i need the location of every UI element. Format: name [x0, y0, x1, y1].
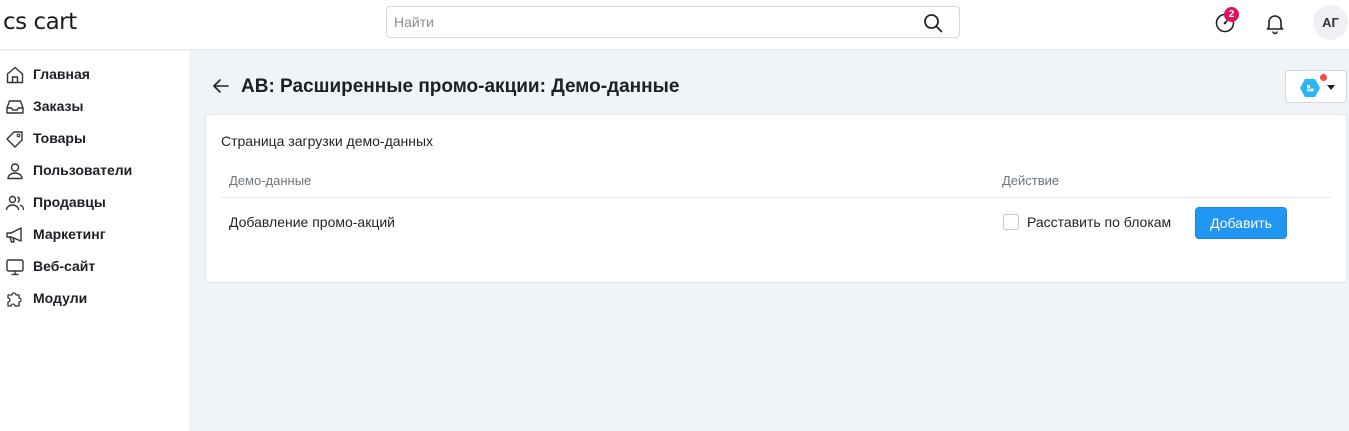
page-title: AB: Расширенные промо-акции: Демо-данные	[241, 76, 680, 97]
user-icon	[7, 163, 23, 180]
users-icon	[5, 195, 25, 211]
sidebar-item-addons[interactable]: Модули	[0, 282, 189, 314]
megaphone-icon	[6, 227, 22, 243]
sidebar-item-users[interactable]: Пользователи	[0, 154, 189, 186]
search-icon[interactable]	[923, 13, 943, 33]
place-on-blocks-label[interactable]: Расставить по блокам	[1027, 214, 1171, 230]
notification-badge: 2	[1224, 7, 1239, 22]
sidebar-item-label: Главная	[33, 66, 90, 82]
table-header-divider	[221, 197, 1331, 198]
addon-status-dot	[1320, 74, 1327, 81]
card-description: Страница загрузки демо-данных	[221, 133, 434, 149]
table-row-name: Добавление промо-акций	[229, 214, 396, 230]
sidebar-item-label: Товары	[33, 130, 86, 146]
home-icon	[6, 66, 24, 84]
addon-hexagon-icon	[1300, 79, 1320, 97]
addon-menu-button[interactable]	[1285, 70, 1347, 103]
sidebar-item-marketing[interactable]: Маркетинг	[0, 218, 189, 250]
sidebar-item-website[interactable]: Веб-сайт	[0, 250, 189, 282]
add-button[interactable]: Добавить	[1195, 207, 1287, 239]
arrow-left-icon[interactable]	[212, 77, 230, 95]
inbox-icon	[6, 100, 24, 114]
chevron-down-icon	[1327, 85, 1335, 90]
tag-icon	[6, 131, 23, 148]
sidebar-item-vendors[interactable]: Продавцы	[0, 186, 189, 218]
sidebar: Главная Заказы Товары Пользователи Прода…	[0, 51, 189, 431]
monitor-icon	[6, 259, 24, 276]
sidebar-item-orders[interactable]: Заказы	[0, 90, 189, 122]
avatar[interactable]: АГ	[1313, 5, 1348, 40]
sidebar-item-label: Маркетинг	[33, 226, 106, 242]
search-input[interactable]	[387, 7, 907, 37]
logo[interactable]: cs cart	[3, 9, 77, 35]
bell-icon[interactable]	[1263, 11, 1287, 35]
sidebar-item-label: Пользователи	[33, 162, 133, 178]
sidebar-item-label: Модули	[33, 290, 88, 306]
place-on-blocks-checkbox[interactable]	[1003, 214, 1019, 230]
sidebar-item-label: Продавцы	[33, 194, 106, 210]
sidebar-item-label: Веб-сайт	[33, 258, 96, 274]
top-bar: cs cart 2 АГ	[0, 0, 1349, 50]
sidebar-item-products[interactable]: Товары	[0, 122, 189, 154]
search-box	[386, 6, 960, 38]
puzzle-icon	[7, 292, 22, 307]
column-header-demo-data: Демо-данные	[229, 173, 312, 188]
sidebar-item-label: Заказы	[33, 98, 84, 114]
column-header-action: Действие	[1002, 173, 1060, 188]
sidebar-item-home[interactable]: Главная	[0, 58, 189, 90]
